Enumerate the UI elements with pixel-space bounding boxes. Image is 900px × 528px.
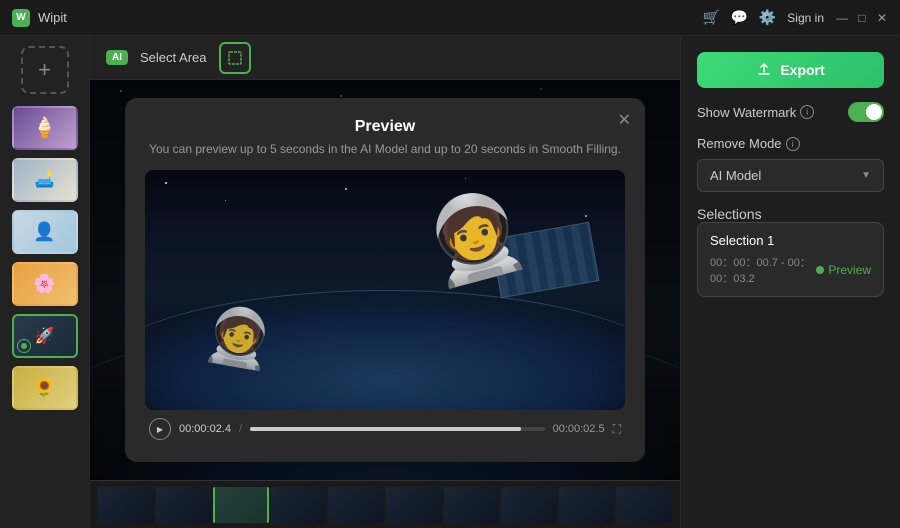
main-layout: + AI Select Area — [0, 36, 900, 528]
timeline-frame-1 — [98, 487, 154, 523]
time-total: 00:00:02.5 — [553, 423, 605, 435]
progress-bar[interactable] — [250, 427, 545, 431]
time-separator: / — [239, 423, 242, 435]
video-controls: ▶ 00:00:02.4 / 00:00:02.5 ⛶ — [145, 410, 625, 442]
chat-icon[interactable]: 💬 — [731, 10, 747, 26]
window-controls: — □ ✕ — [836, 12, 888, 24]
thumbnail-3[interactable] — [12, 210, 78, 254]
star — [225, 200, 226, 201]
star — [345, 188, 347, 190]
title-bar: W Wipit 🛒 💬 ⚙️ Sign in — □ ✕ — [0, 0, 900, 36]
modal-title: Preview — [145, 118, 625, 136]
sidebar: + — [0, 36, 90, 528]
minimize-button[interactable]: — — [836, 12, 848, 24]
right-panel: Export Show Watermark i Remove Mode i AI… — [680, 36, 900, 528]
watermark-info-icon: i — [800, 105, 814, 119]
selections-heading: Selections — [697, 206, 884, 222]
export-button[interactable]: Export — [697, 52, 884, 88]
thumbnail-4[interactable] — [12, 262, 78, 306]
toolbar: AI Select Area — [90, 36, 680, 80]
remove-mode-label: Remove Mode i — [697, 136, 800, 151]
thumbnail-2[interactable] — [12, 158, 78, 202]
play-button[interactable]: ▶ — [149, 418, 171, 440]
settings-icon[interactable]: ⚙️ — [759, 10, 775, 26]
timeline-frame-2 — [156, 487, 212, 523]
center-content: AI Select Area ✕ — [90, 36, 680, 528]
toggle-knob — [866, 104, 882, 120]
ai-badge: AI — [106, 50, 128, 65]
star — [465, 178, 466, 179]
watermark-toggle[interactable] — [848, 102, 884, 122]
remove-mode-dropdown[interactable]: AI Model ▼ — [697, 159, 884, 192]
select-area-label: Select Area — [140, 50, 207, 65]
selections-section: Selections Selection 1 00：00：00.7 - 00：0… — [697, 206, 884, 297]
modal-subtitle: You can preview up to 5 seconds in the A… — [145, 142, 625, 156]
close-button[interactable]: ✕ — [876, 12, 888, 24]
sign-in-button[interactable]: Sign in — [787, 11, 824, 25]
selection-card-1: Selection 1 00：00：00.7 - 00：00：03.2 Prev… — [697, 222, 884, 297]
watermark-setting: Show Watermark i — [697, 102, 884, 122]
app-icon: W — [12, 9, 30, 27]
modal-overlay: ✕ Preview You can preview up to 5 second… — [90, 80, 680, 480]
astronaut-secondary: 🧑‍🚀 — [200, 300, 279, 376]
selection-row: 00：00：00.7 - 00：00：03.2 Preview — [710, 254, 871, 286]
thumbnail-6[interactable] — [12, 366, 78, 410]
preview-dot-icon — [816, 266, 824, 274]
select-area-button[interactable] — [219, 42, 251, 74]
timeline-frame-6 — [386, 487, 442, 523]
title-bar-left: W Wipit — [12, 9, 67, 27]
timeline-frame-3 — [213, 487, 269, 523]
add-media-button[interactable]: + — [21, 46, 69, 94]
video-preview: 🧑‍🚀 🧑‍🚀 — [145, 170, 625, 410]
timeline-frame-7 — [444, 487, 500, 523]
thumbnail-1[interactable] — [12, 106, 78, 150]
remove-mode-label-row: Remove Mode i — [697, 136, 884, 151]
timeline-frame-10 — [616, 487, 672, 523]
cart-icon[interactable]: 🛒 — [703, 10, 719, 26]
fullscreen-button[interactable]: ⛶ — [613, 422, 621, 437]
time-current: 00:00:02.4 — [179, 423, 231, 435]
timeline-frame-8 — [501, 487, 557, 523]
selection-preview-button[interactable]: Preview — [816, 263, 871, 277]
star — [585, 215, 587, 217]
selection-title: Selection 1 — [710, 233, 871, 248]
timeline-strip — [98, 487, 672, 523]
title-bar-right: 🛒 💬 ⚙️ Sign in — □ ✕ — [703, 10, 888, 26]
modal-close-button[interactable]: ✕ — [618, 110, 631, 130]
remove-mode-info-icon: i — [786, 137, 800, 151]
watermark-label: Show Watermark i — [697, 105, 814, 120]
app-name: Wipit — [38, 10, 67, 25]
video-area: ✕ Preview You can preview up to 5 second… — [90, 80, 680, 480]
progress-fill — [250, 427, 521, 431]
maximize-button[interactable]: □ — [856, 12, 868, 24]
remove-mode-setting: Remove Mode i AI Model ▼ — [697, 136, 884, 192]
star — [165, 182, 167, 184]
timeline-selection — [213, 487, 269, 523]
selection-time-range: 00：00：00.7 - 00：00：03.2 — [710, 254, 816, 286]
active-indicator — [17, 339, 31, 353]
preview-modal: ✕ Preview You can preview up to 5 second… — [125, 98, 645, 462]
timeline[interactable] — [90, 480, 680, 528]
timeline-frame-4 — [271, 487, 327, 523]
timeline-frame-5 — [328, 487, 384, 523]
active-dot — [21, 343, 27, 349]
export-icon — [756, 62, 772, 78]
timeline-frame-9 — [559, 487, 615, 523]
dropdown-arrow-icon: ▼ — [861, 170, 871, 181]
thumbnail-5[interactable] — [12, 314, 78, 358]
